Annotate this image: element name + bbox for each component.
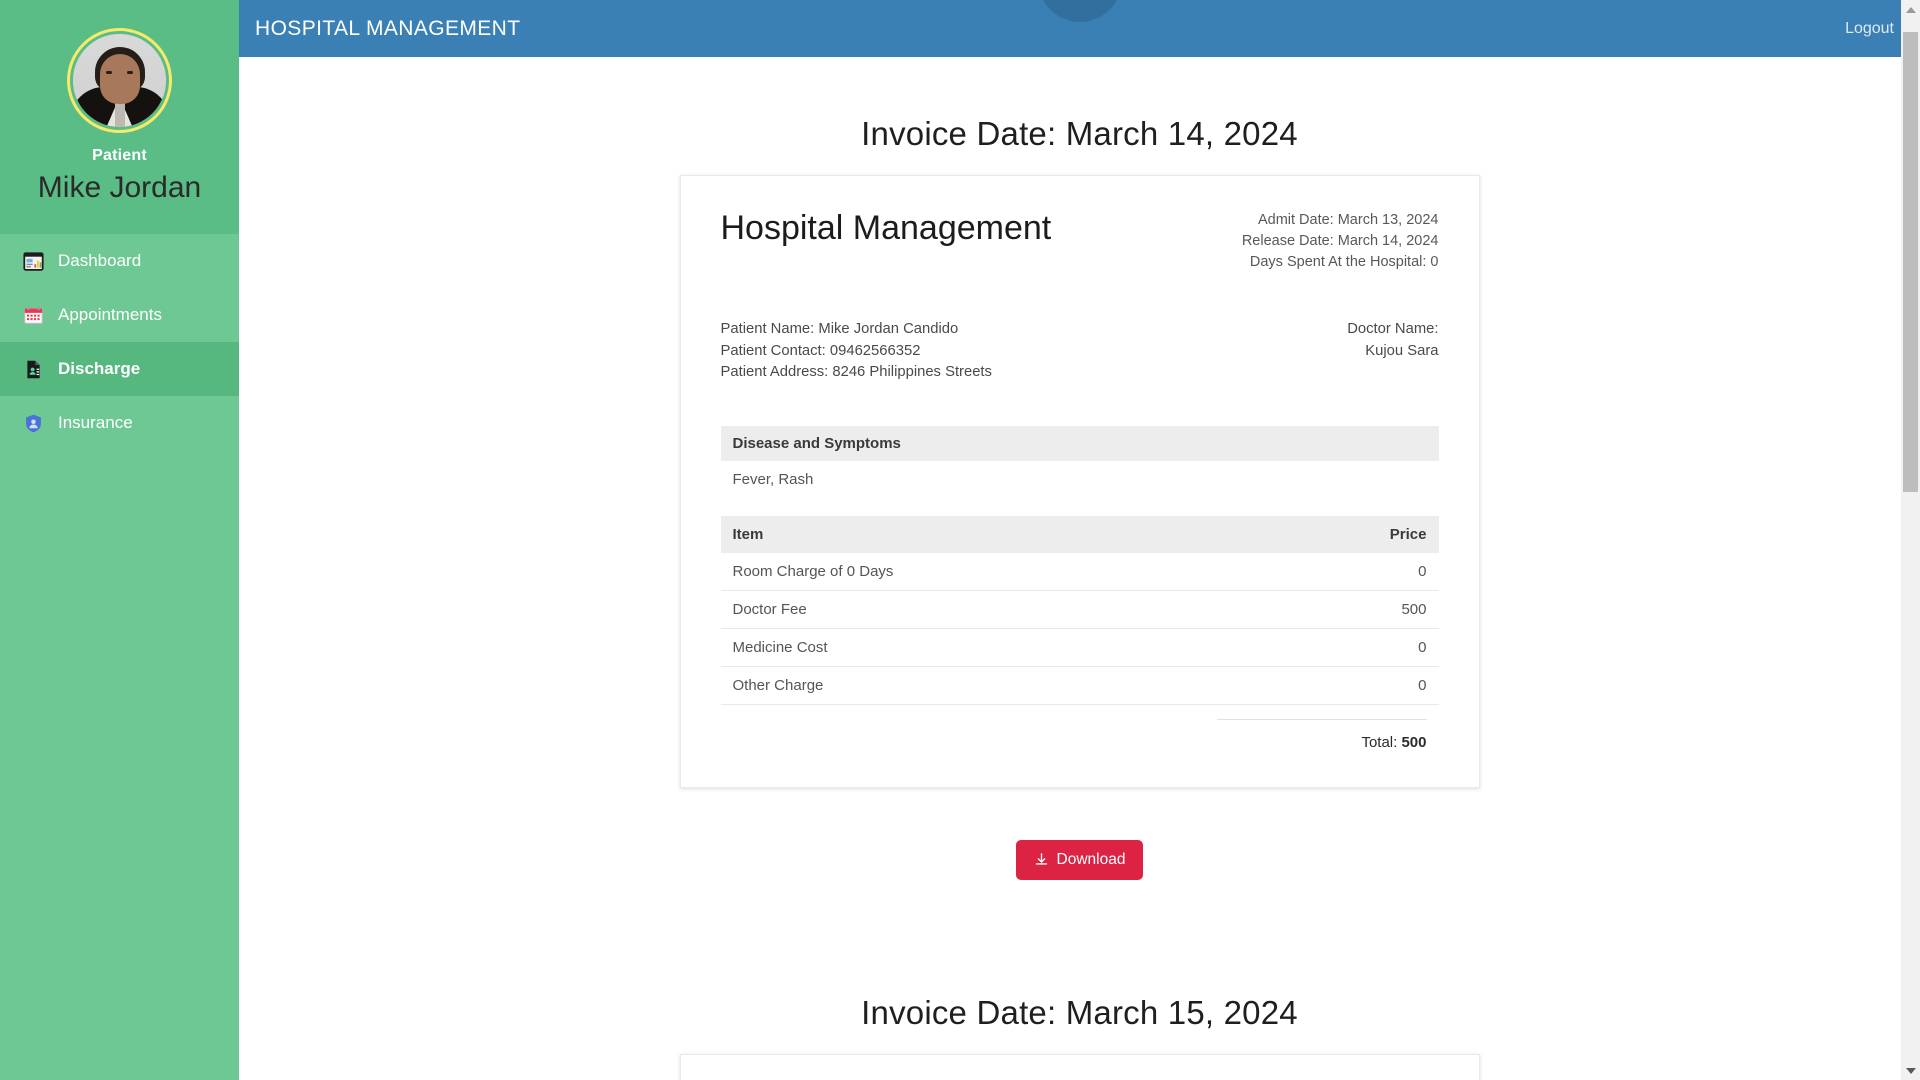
table-row: Doctor Fee 500 — [720, 590, 1439, 629]
sidebar-nav: Dashboard Appointments Discharge Insuran… — [0, 228, 239, 450]
scroll-down-arrow-icon[interactable] — [1901, 1061, 1920, 1080]
profile-block: Patient Mike Jordan — [0, 0, 239, 228]
release-date: Release Date: March 14, 2024 — [1241, 233, 1439, 250]
invoice-card-header: Hospital Management Admit Date: March 13… — [720, 209, 1439, 273]
app-root: Patient Mike Jordan Dashboard Appointmen… — [0, 0, 1920, 1080]
doctor-name-value: Kujou Sara — [1365, 342, 1439, 359]
invoice-date-heading: Invoice Date: March 15, 2024 — [861, 993, 1298, 1031]
sidebar-item-discharge[interactable]: Discharge — [0, 342, 239, 396]
patient-info: Patient Name: Mike Jordan Candido Patien… — [721, 319, 992, 384]
patient-address: Patient Address: 8246 Philippines Street… — [720, 364, 992, 381]
patient-name: Patient Name: Mike Jordan Candido — [720, 321, 959, 338]
main-area: HOSPITAL MANAGEMENT Logout Invoice Date:… — [239, 0, 1920, 1080]
profile-name: Mike Jordan — [37, 171, 202, 204]
document-user-icon — [22, 358, 44, 380]
app-brand-title: HOSPITAL MANAGEMENT — [255, 16, 521, 40]
calendar-icon — [22, 304, 44, 326]
sidebar-item-label: Dashboard — [58, 251, 142, 270]
sidebar-item-label: Appointments — [58, 305, 162, 324]
sidebar: Patient Mike Jordan Dashboard Appointmen… — [0, 0, 239, 1080]
table-row: Room Charge of 0 Days 0 — [720, 552, 1439, 591]
table-row: Other Charge 0 — [720, 666, 1439, 705]
row-price: 500 — [1205, 590, 1439, 629]
content: Invoice Date: March 14, 2024 Hospital Ma… — [239, 57, 1920, 1080]
invoice-date-heading: Invoice Date: March 14, 2024 — [861, 115, 1298, 152]
scrollbar-thumb[interactable] — [1903, 32, 1918, 492]
avatar — [67, 28, 172, 133]
avatar-photo — [73, 34, 166, 127]
days-spent: Days Spent At the Hospital: 0 — [1249, 254, 1439, 271]
content-scroll-area[interactable]: Invoice Date: March 14, 2024 Hospital Ma… — [239, 57, 1920, 1080]
col-price: Price — [1205, 515, 1439, 553]
row-item: Doctor Fee — [720, 590, 1206, 629]
dashboard-icon — [22, 250, 44, 272]
row-item: Room Charge of 0 Days — [720, 552, 1206, 591]
sidebar-item-insurance[interactable]: Insurance — [0, 396, 239, 450]
row-price: 0 — [1205, 552, 1439, 591]
charges-table: Item Price Room Charge of 0 Days 0 Docto… — [720, 515, 1439, 751]
table-row: Medicine Cost 0 — [720, 628, 1439, 667]
scroll-up-arrow-icon[interactable] — [1901, 0, 1920, 19]
doctor-name-label: Doctor Name: — [1347, 321, 1439, 338]
total-value: 500 — [1401, 733, 1427, 751]
row-item: Other Charge — [720, 666, 1206, 705]
parties: Patient Name: Mike Jordan Candido Patien… — [721, 319, 1439, 384]
sidebar-item-dashboard[interactable]: Dashboard — [0, 234, 239, 288]
symptoms-header: Disease and Symptoms — [720, 425, 1439, 461]
invoice-meta: Admit Date: March 13, 2024 Release Date:… — [1242, 210, 1439, 273]
table-header-row: Item Price — [720, 515, 1439, 553]
shield-user-icon — [22, 412, 44, 434]
download-icon — [1034, 852, 1049, 867]
org-title: Hospital Management — [720, 209, 1052, 247]
sidebar-item-label: Discharge — [58, 359, 141, 378]
table-total-row: Total: 500 — [721, 704, 1439, 751]
sidebar-item-label: Insurance — [58, 413, 133, 432]
col-item: Item — [720, 515, 1206, 553]
total-label: Total: — [1361, 733, 1398, 751]
symptoms-value: Fever, Rash — [732, 470, 814, 488]
profile-role: Patient — [92, 147, 147, 164]
logout-link[interactable]: Logout — [1845, 20, 1894, 38]
invoice-card: Hospital Management Admit Date: March 14… — [679, 1053, 1480, 1080]
doctor-info: Doctor Name: Kujou Sara — [1347, 319, 1438, 384]
topbar: HOSPITAL MANAGEMENT Logout — [239, 0, 1920, 57]
row-price: 0 — [1205, 628, 1439, 667]
admit-date: Admit Date: March 13, 2024 — [1257, 212, 1439, 228]
download-row: Download — [239, 839, 1920, 880]
vertical-scrollbar[interactable] — [1901, 0, 1920, 1080]
row-price: 0 — [1205, 666, 1439, 705]
download-button[interactable]: Download — [1015, 839, 1144, 880]
download-button-label: Download — [1056, 850, 1126, 868]
sidebar-item-appointments[interactable]: Appointments — [0, 288, 239, 342]
invoice-card: Hospital Management Admit Date: March 13… — [679, 175, 1480, 788]
sidebar-filler — [0, 450, 239, 1080]
patient-contact: Patient Contact: 09462566352 — [720, 342, 921, 359]
row-item: Medicine Cost — [720, 628, 1206, 667]
